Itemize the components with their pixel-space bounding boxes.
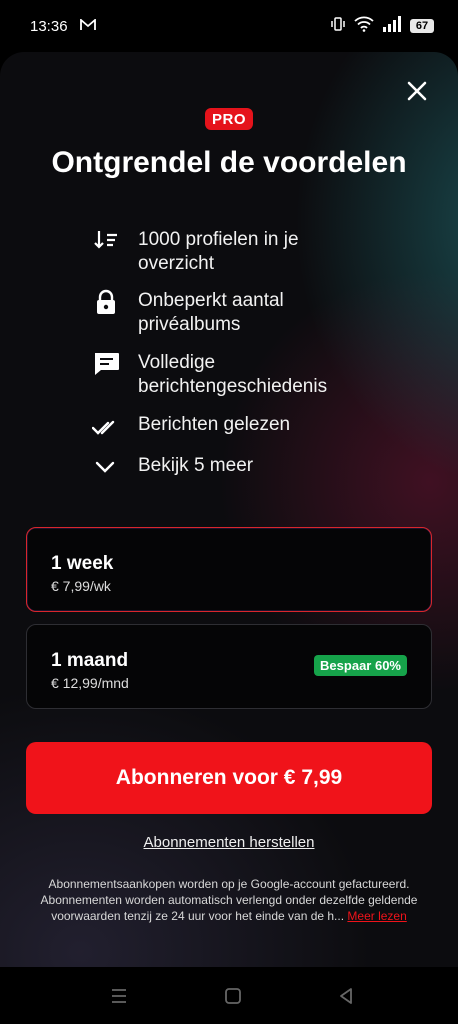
close-icon — [407, 81, 427, 101]
legal-text: Abonnementsaankopen worden op je Google-… — [48, 877, 410, 891]
feature-text: 1000 profielen in je — [138, 229, 299, 250]
close-button[interactable] — [402, 76, 432, 106]
show-more-label: Bekijk 5 meer — [138, 455, 254, 476]
legal-disclaimer: Abonnementsaankopen worden op je Google-… — [26, 876, 432, 924]
restore-subscriptions-link[interactable]: Abonnementen herstellen — [0, 834, 458, 851]
read-more-link[interactable]: Meer lezen — [347, 909, 406, 923]
double-check-icon — [91, 413, 122, 439]
plan-name: 1 week — [51, 553, 114, 574]
signal-icon — [382, 16, 402, 36]
sort-icon — [92, 228, 122, 254]
pro-badge: PRO — [205, 108, 253, 130]
plan-price: € 7,99/wk — [51, 578, 111, 594]
feature-text: berichtengeschiedenis — [138, 376, 328, 397]
feature-text: Berichten gelezen — [138, 414, 291, 435]
feature-item: 1000 profielen in je overzicht — [92, 228, 392, 276]
menu-icon — [112, 989, 126, 1003]
feature-text: Onbeperkt aantal — [138, 290, 284, 311]
page-title: Ontgrendel de voordelen — [51, 146, 407, 179]
subscribe-button[interactable]: Abonneren voor € 7,99 — [26, 742, 432, 814]
status-bar: 13:36 67 — [0, 0, 458, 52]
legal-text: Abonnementen worden automatisch verlengd… — [40, 893, 418, 907]
discount-badge: Bespaar 60% — [314, 655, 407, 676]
show-more-toggle[interactable]: Bekijk 5 meer — [92, 454, 392, 480]
status-time: 13:36 — [30, 17, 68, 35]
feature-item: Volledige berichtengeschiedenis — [92, 351, 392, 399]
plan-price: € 12,99/mnd — [51, 675, 129, 691]
plan-option-week[interactable]: 1 week € 7,99/wk — [26, 527, 432, 612]
home-button[interactable] — [223, 986, 243, 1006]
feature-text: overzicht — [138, 253, 215, 274]
battery-indicator: 67 — [410, 19, 434, 33]
legal-text: voorwaarden tenzij ze 24 uur voor het ei… — [51, 909, 345, 923]
chat-icon — [92, 351, 122, 377]
home-icon — [225, 988, 241, 1004]
navigation-bar — [0, 967, 458, 1024]
vibrate-icon — [330, 16, 346, 36]
feature-item: Berichten gelezen — [91, 413, 392, 439]
wifi-icon — [354, 16, 374, 36]
feature-item: Onbeperkt aantal privéalbums — [92, 289, 392, 337]
plan-name: 1 maand — [51, 650, 129, 671]
back-icon — [340, 988, 352, 1004]
lock-icon — [92, 289, 122, 315]
back-button[interactable] — [336, 986, 356, 1006]
feature-text: privéalbums — [138, 314, 241, 335]
feature-text: Volledige — [138, 352, 216, 373]
paywall-sheet: PRO Ontgrendel de voordelen 1000 profiel… — [0, 52, 458, 967]
gmail-icon — [79, 17, 96, 35]
chevron-down-icon — [92, 454, 122, 480]
recent-apps-button[interactable] — [109, 986, 129, 1006]
plan-option-month[interactable]: 1 maand € 12,99/mnd Bespaar 60% — [26, 624, 432, 709]
